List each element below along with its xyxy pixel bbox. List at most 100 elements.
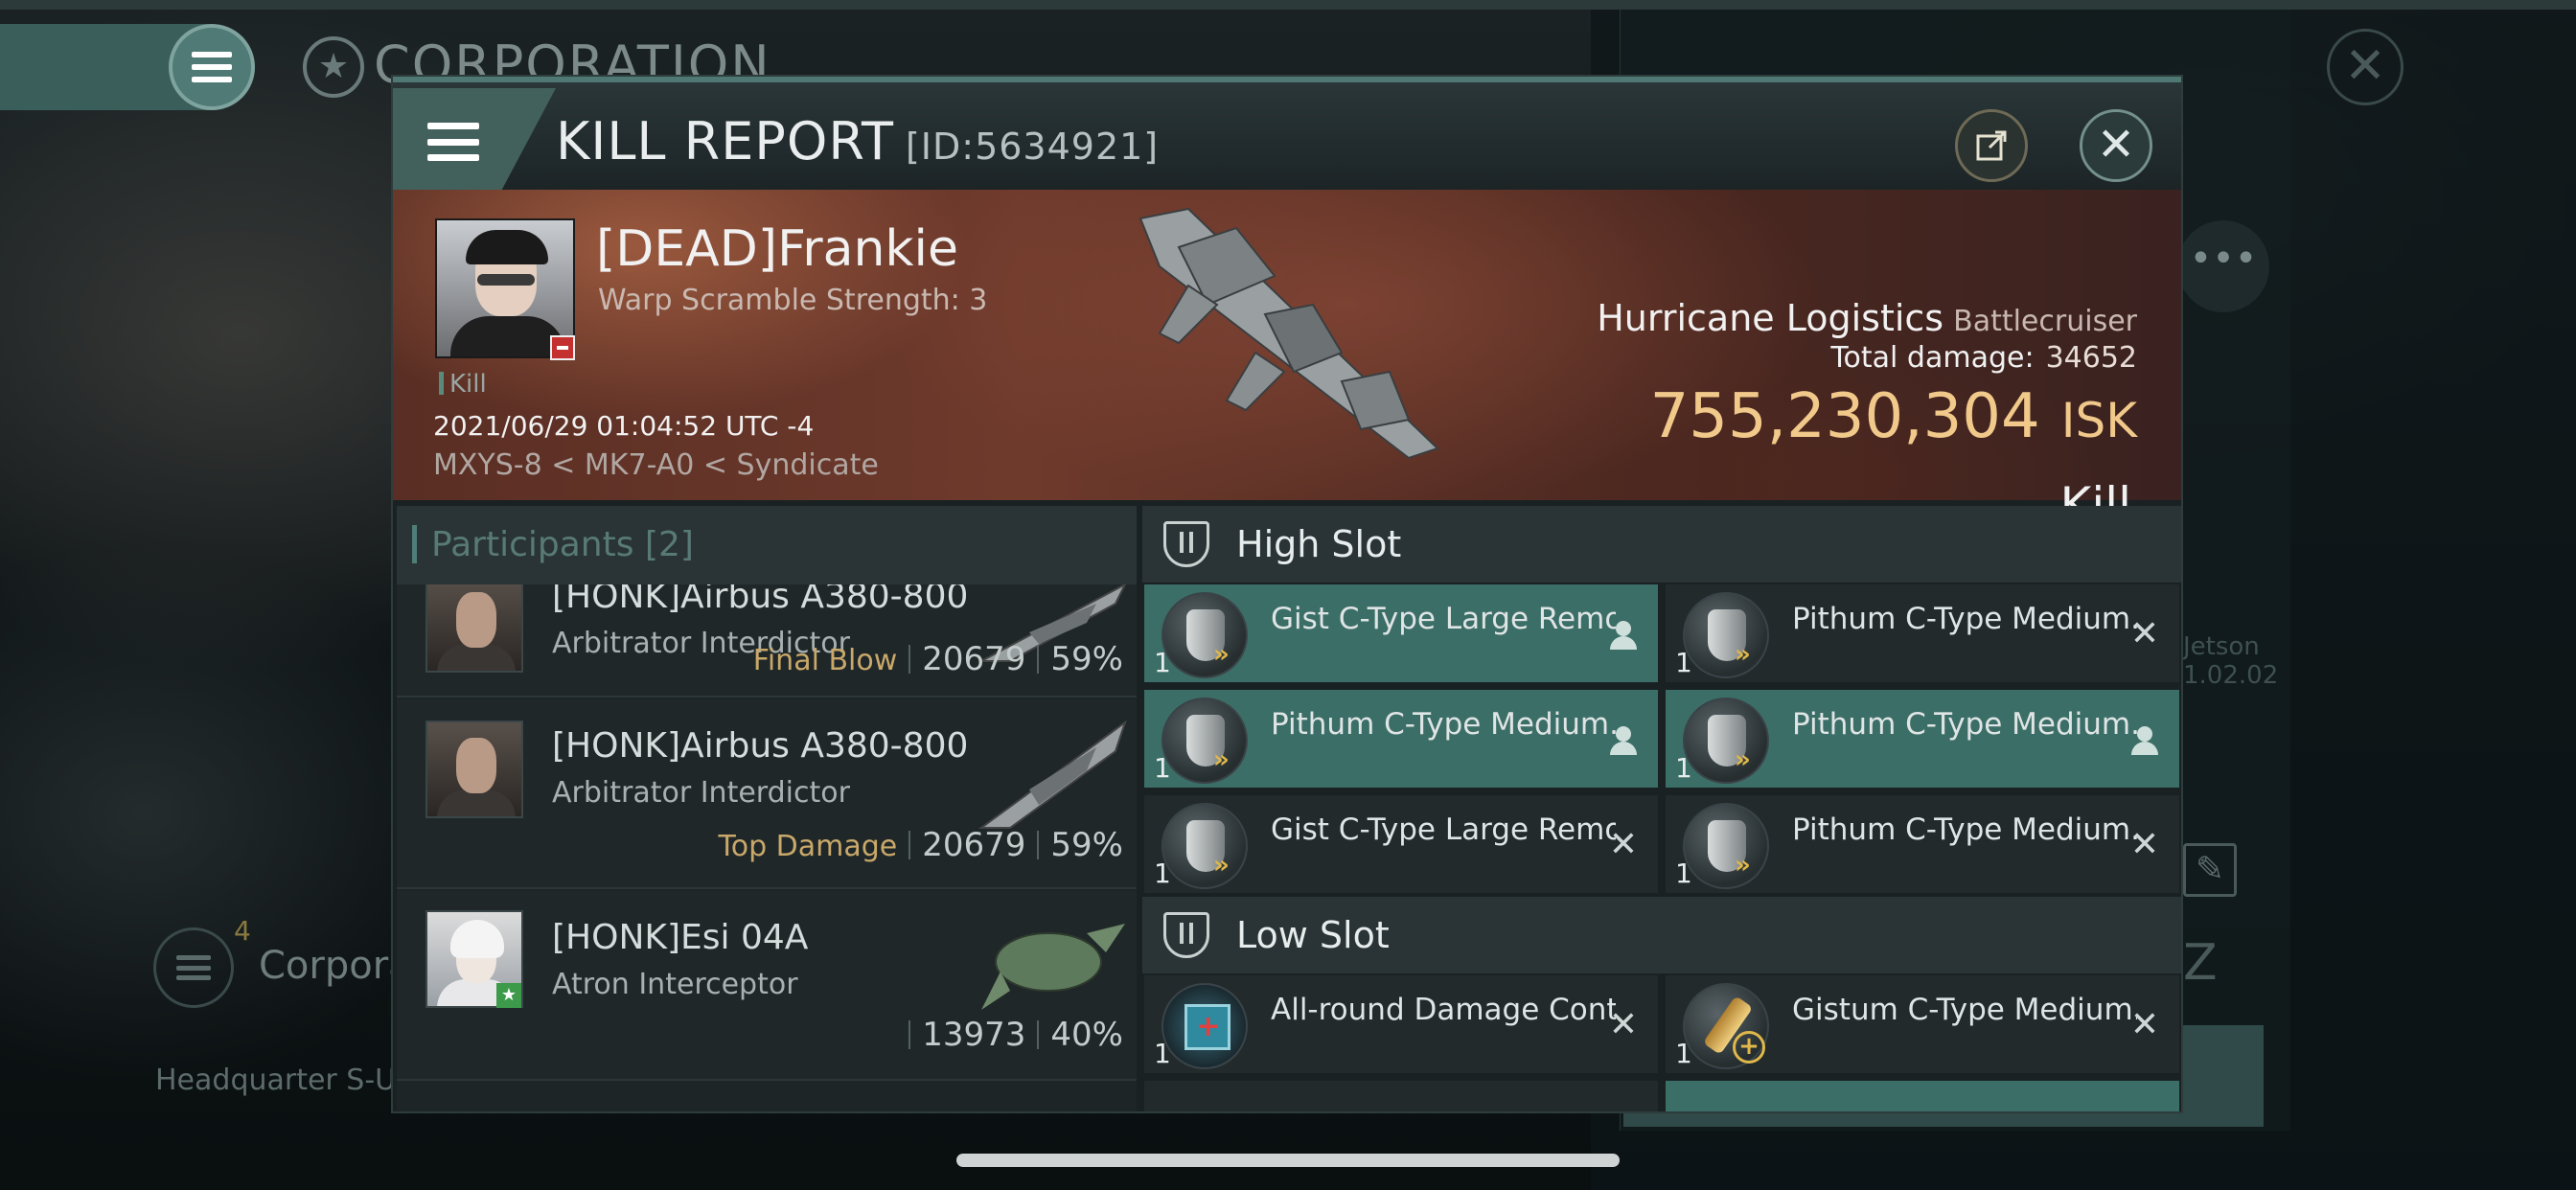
shield-transfer-icon: » — [1683, 698, 1769, 784]
shield-extender-icon: + — [1683, 983, 1769, 1069]
fitted-person-icon — [2128, 722, 2162, 757]
participant-percent: 59% — [1050, 826, 1123, 864]
jetson-date: 1.02.02 — [2183, 661, 2279, 690]
participant-ship-image — [978, 720, 1127, 829]
shield-transfer-icon: » — [1162, 592, 1248, 678]
module-name: All-round Damage Control — [1271, 993, 1616, 1027]
high-slot-icon — [1163, 521, 1209, 567]
module-name: Pithum C-Type Medium... — [1271, 707, 1616, 742]
participant-tag: Top Damage — [718, 830, 898, 863]
participant-percent: 59% — [1050, 640, 1123, 678]
module-slot-partial[interactable] — [1664, 1079, 2181, 1111]
module-slot[interactable]: » 1 Gist C-Type Large Remote... ✕ — [1142, 793, 1660, 895]
module-name: Pithum C-Type Medium... — [1792, 602, 2137, 636]
hamburger-icon — [192, 52, 232, 82]
warp-scramble-strength: Warp Scramble Strength: 3 — [598, 284, 988, 317]
more-options-icon[interactable]: ••• — [2177, 220, 2269, 312]
module-qty: 1 — [1154, 858, 1171, 889]
module-name: Gist C-Type Large Remote... — [1271, 812, 1616, 847]
destroyed-x-icon: ✕ — [1608, 825, 1639, 864]
corp-row-menu-icon[interactable] — [153, 927, 234, 1008]
destroyed-x-icon: ✕ — [2129, 614, 2160, 653]
participant-ship: Atron Interceptor — [552, 968, 798, 1001]
kill-id: [ID:5634921] — [905, 126, 1160, 168]
external-link-icon — [1976, 130, 2007, 161]
isk-value: 755,230,304 ISK — [1650, 381, 2137, 452]
damage-control-icon: + — [1162, 983, 1248, 1069]
module-qty: 1 — [1675, 858, 1692, 889]
participant-stats: 13973 40% — [897, 1016, 1123, 1054]
isk-unit: ISK — [2060, 393, 2137, 448]
module-name: Pithum C-Type Medium... — [1792, 812, 2137, 847]
module-name: Gistum C-Type Medium... — [1792, 993, 2137, 1027]
module-qty: 1 — [1675, 1038, 1692, 1069]
participant-row[interactable]: ★ [HONK]Esi 04A Atron Interceptor 13973 4… — [397, 891, 1137, 1081]
participant-tag: Final Blow — [752, 644, 898, 677]
module-name: Pithum C-Type Medium... — [1792, 707, 2137, 742]
participant-ship: Arbitrator Interdictor — [552, 776, 850, 810]
external-link-button[interactable] — [1955, 109, 2028, 182]
participant-portrait[interactable] — [426, 721, 523, 818]
participants-header: Participants [2] — [397, 506, 1137, 584]
low-slot-title: Low Slot — [1236, 914, 1390, 956]
participant-stats: Top Damage 20679 59% — [718, 826, 1123, 864]
total-damage-label: Total damage: — [1830, 341, 2035, 375]
module-slot[interactable]: + 1 All-round Damage Control ✕ — [1142, 973, 1660, 1075]
shield-transfer-icon: » — [1162, 698, 1248, 784]
top-bar — [0, 0, 2576, 10]
hamburger-icon — [176, 955, 211, 980]
hamburger-icon — [427, 123, 479, 161]
module-slot[interactable]: » 1 Gist C-Type Large Remote — [1142, 583, 1660, 684]
corp-close-icon[interactable]: ✕ — [2327, 29, 2404, 105]
participants-title: Participants [2] — [412, 525, 694, 564]
victim-name[interactable]: [DEAD]Frankie — [596, 220, 958, 278]
victim-banner: [DEAD]Frankie Warp Scramble Strength: 3 … — [393, 190, 2181, 533]
jetson-text: Jetson — [2183, 632, 2260, 661]
modal-title: KILL REPORT [ID:5634921] — [556, 111, 1159, 172]
module-qty: 1 — [1154, 1038, 1171, 1069]
module-qty: 1 — [1675, 647, 1692, 678]
participant-damage: 20679 — [922, 826, 1026, 864]
module-name: Gist C-Type Large Remote — [1271, 602, 1616, 636]
participant-stats: Final Blow 20679 59% — [753, 640, 1123, 678]
module-qty: 1 — [1154, 647, 1171, 678]
victim-ship-image[interactable] — [1121, 190, 1466, 477]
close-button[interactable]: ✕ — [2080, 109, 2152, 182]
destroyed-x-icon: ✕ — [1608, 1005, 1639, 1044]
victim-ship[interactable]: Hurricane Logistics Battlecruiser — [1597, 297, 2137, 339]
home-indicator[interactable] — [956, 1154, 1620, 1167]
fitted-person-icon — [1606, 617, 1641, 652]
module-slot[interactable]: » 1 Pithum C-Type Medium... — [1142, 688, 1660, 790]
participant-ship-image — [981, 924, 1125, 1010]
fittings-panel[interactable]: High Slot » 1 Gist C-Type Large Remote »… — [1142, 506, 2181, 1111]
participant-damage: 13973 — [922, 1016, 1026, 1054]
corp-row-count: 4 — [234, 915, 251, 947]
participant-row[interactable]: [HONK]Airbus A380-800 Arbitrator Interdi… — [397, 584, 1137, 698]
module-slot[interactable]: » 1 Pithum C-Type Medium... ✕ — [1664, 793, 2181, 895]
module-slot[interactable]: » 1 Pithum C-Type Medium... ✕ — [1664, 583, 2181, 684]
kill-location[interactable]: MXYS-8 < MK7-A0 < Syndicate — [433, 448, 879, 482]
participants-panel: Participants [2] [HONK]Airbus A380-800 A… — [397, 506, 1137, 1111]
shield-transfer-icon: » — [1683, 803, 1769, 889]
high-slot-title: High Slot — [1236, 523, 1402, 565]
settings-z-icon[interactable]: Z — [2183, 934, 2218, 992]
ship-name: Hurricane Logistics — [1597, 297, 1944, 339]
participant-row[interactable]: [HONK]Airbus A380-800 Arbitrator Interdi… — [397, 699, 1137, 889]
modal-menu-button[interactable] — [393, 88, 556, 195]
module-qty: 1 — [1154, 752, 1171, 784]
participant-percent: 40% — [1050, 1016, 1123, 1054]
dead-badge-icon — [550, 335, 575, 360]
participant-portrait[interactable] — [426, 584, 523, 673]
modal-header: KILL REPORT [ID:5634921] ✕ — [393, 77, 2181, 195]
module-slot-partial[interactable] — [1142, 1079, 1660, 1111]
participants-list[interactable]: [HONK]Airbus A380-800 Arbitrator Interdi… — [397, 584, 1137, 1111]
module-slot[interactable]: + 1 Gistum C-Type Medium... ✕ — [1664, 973, 2181, 1075]
destroyed-x-icon: ✕ — [2129, 825, 2160, 864]
modal-title-text: KILL REPORT — [556, 111, 894, 172]
kill-tag: Kill — [439, 370, 487, 399]
participant-name: [HONK]Airbus A380-800 — [552, 726, 969, 766]
edit-icon[interactable]: ✎ — [2183, 843, 2237, 897]
module-slot[interactable]: » 1 Pithum C-Type Medium... — [1664, 688, 2181, 790]
ship-class: Battlecruiser — [1953, 305, 2137, 338]
corp-menu-button[interactable] — [169, 24, 255, 110]
